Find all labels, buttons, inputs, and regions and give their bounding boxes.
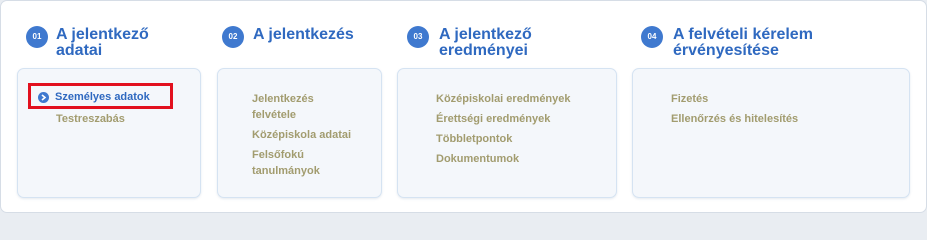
link-kozepiskolai-eredmenyek[interactable]: Középiskolai eredmények — [436, 91, 571, 107]
link-erettsegi-eredmenyek[interactable]: Érettségi eredmények — [436, 111, 550, 127]
link-dokumentumok[interactable]: Dokumentumok — [436, 151, 519, 167]
step-title: A jelentkezés — [253, 26, 354, 43]
step-number-badge: 04 — [641, 26, 663, 48]
step-panel — [632, 68, 910, 198]
chevron-right-icon — [38, 91, 49, 103]
link-felsofoku-tanulmanyok[interactable]: Felsőfokú tanulmányok — [252, 147, 320, 179]
link-szemelyes-adatok[interactable]: Személyes adatok — [38, 90, 150, 104]
link-tobbletpontok[interactable]: Többletpontok — [436, 131, 512, 147]
link-testreszabas[interactable]: Testreszabás — [56, 111, 125, 127]
step-number-badge: 03 — [407, 26, 429, 48]
step-number-badge: 02 — [222, 26, 244, 48]
wizard-steps-container: 01 A jelentkező adatai Személyes adatok … — [0, 0, 927, 213]
link-fizetes[interactable]: Fizetés — [671, 91, 708, 107]
step-title: A jelentkező eredményei — [439, 26, 532, 59]
step-title: A felvételi kérelem érvényesítése — [673, 26, 813, 59]
link-ellenorzes-es-hitelesites[interactable]: Ellenőrzés és hitelesítés — [671, 111, 798, 127]
step-title: A jelentkező adatai — [56, 26, 149, 59]
link-jelentkezes-felvetele[interactable]: Jelentkezés felvétele — [252, 91, 314, 123]
link-kozepiskola-adatai[interactable]: Középiskola adatai — [252, 127, 351, 143]
link-label: Személyes adatok — [55, 91, 150, 103]
step-number-badge: 01 — [26, 26, 48, 48]
